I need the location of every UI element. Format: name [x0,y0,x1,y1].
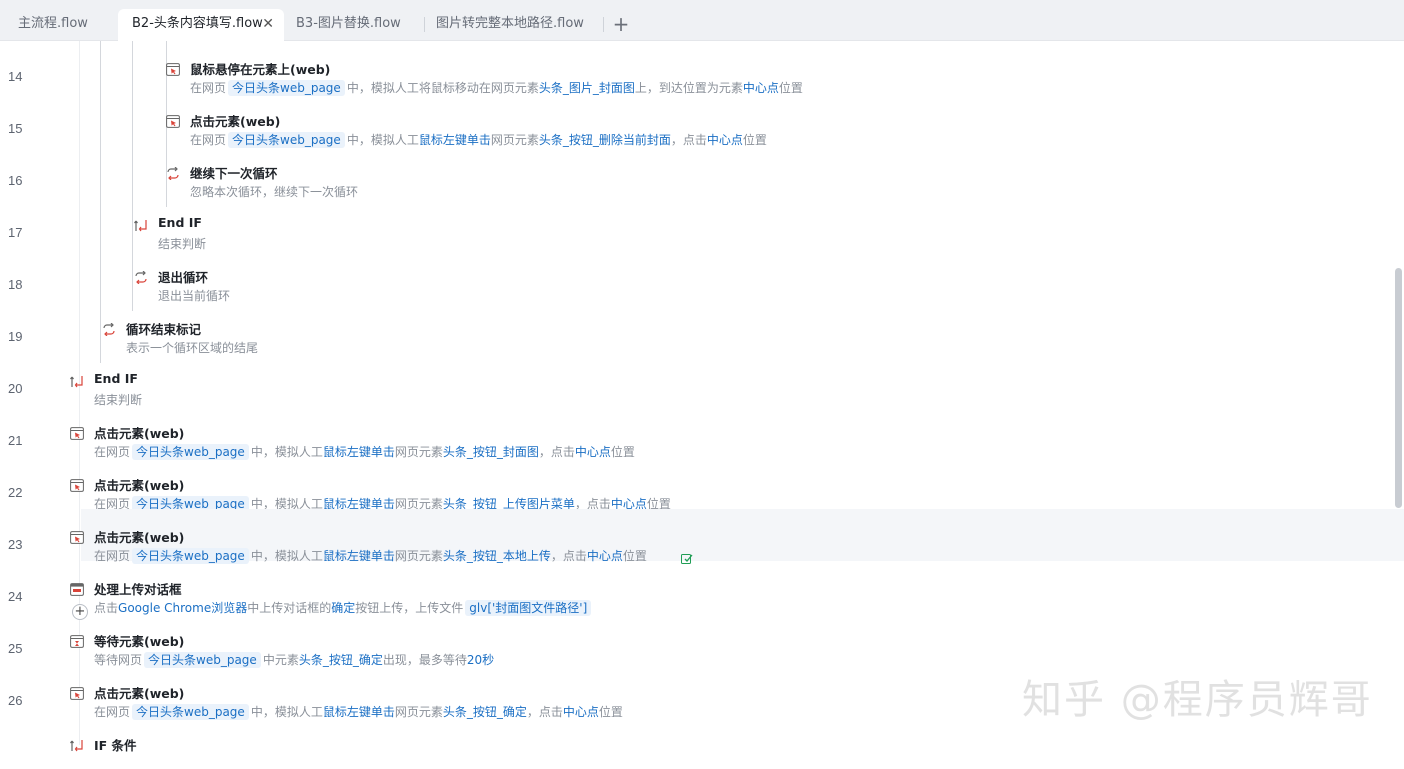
click-icon [166,113,180,128]
line-number: 17 [8,225,23,240]
step-title: 等待元素(web) [94,634,185,649]
step-title: 点击元素(web) [94,426,185,441]
step-title: 点击元素(web) [94,686,185,701]
tab-b3-image-replace[interactable]: B3-图片替换.flow [282,9,422,41]
watermark: 知乎 @程序员辉哥 [1022,677,1373,723]
line-number: 20 [8,381,23,396]
click-icon [70,685,84,700]
line-number: 19 [8,329,23,344]
flow-step-row[interactable] [81,249,1404,301]
dialog-icon [70,581,84,596]
line-number: 16 [8,173,23,188]
line-number: 15 [8,121,23,136]
flow-step-row[interactable] [81,301,1404,353]
flow-step-row[interactable] [81,353,1404,405]
step-title: 点击元素(web) [190,114,281,129]
click-icon [70,425,84,440]
step-title: 继续下一次循环 [190,166,278,181]
line-number: 24 [8,589,23,604]
end-if-icon [134,217,148,232]
step-title: 退出循环 [158,270,209,285]
add-tab-button[interactable]: + [611,13,631,35]
step-title: End IF [158,215,202,230]
tab-label: 主流程.flow [18,16,88,31]
loop-exit-icon [134,269,148,285]
step-title: 点击元素(web) [94,478,185,493]
tab-main-flow[interactable]: 主流程.flow [4,9,118,41]
tab-label: 图片转完整本地路径.flow [436,16,584,31]
tab-divider [603,17,604,32]
step-title: 点击元素(web) [94,530,185,545]
tab-label: B2-头条内容填写.flow [132,16,263,31]
insert-step-button[interactable]: + [72,604,88,620]
step-title: 循环结束标记 [126,322,202,337]
tab-image-to-local-path[interactable]: 图片转完整本地路径.flow [422,9,602,41]
step-title: 鼠标悬停在元素上(web) [190,62,331,77]
line-number: 21 [8,433,23,448]
tab-b2-content-fill[interactable]: B2-头条内容填写.flow ✕ [118,9,284,41]
click-icon [70,477,84,492]
loop-continue-icon [166,165,180,181]
line-number: 23 [8,537,23,552]
click-icon [70,529,84,544]
wait-icon [70,633,84,648]
step-title: 处理上传对话框 [94,582,182,597]
step-title: End IF [94,371,138,386]
end-if-icon [70,373,84,388]
vertical-scrollbar[interactable] [1395,268,1402,508]
flow-step-row[interactable] [81,197,1404,249]
line-number: 18 [8,277,23,292]
line-number: 25 [8,641,23,656]
flow-editor: 14 鼠标悬停在元素上(web) 在网页 今日头条web_page 中，模拟人工将鼠标移… [0,41,1404,753]
loop-end-icon [102,321,116,337]
hover-icon [166,61,180,76]
if-icon [70,737,84,752]
line-number: 22 [8,485,23,500]
tab-bar: 主流程.flow B2-头条内容填写.flow ✕ B3-图片替换.flow 图… [0,0,1404,41]
tab-label: B3-图片替换.flow [296,16,401,31]
line-number: 14 [8,69,23,84]
close-icon[interactable]: ✕ [262,9,274,39]
line-number: 26 [8,693,23,708]
